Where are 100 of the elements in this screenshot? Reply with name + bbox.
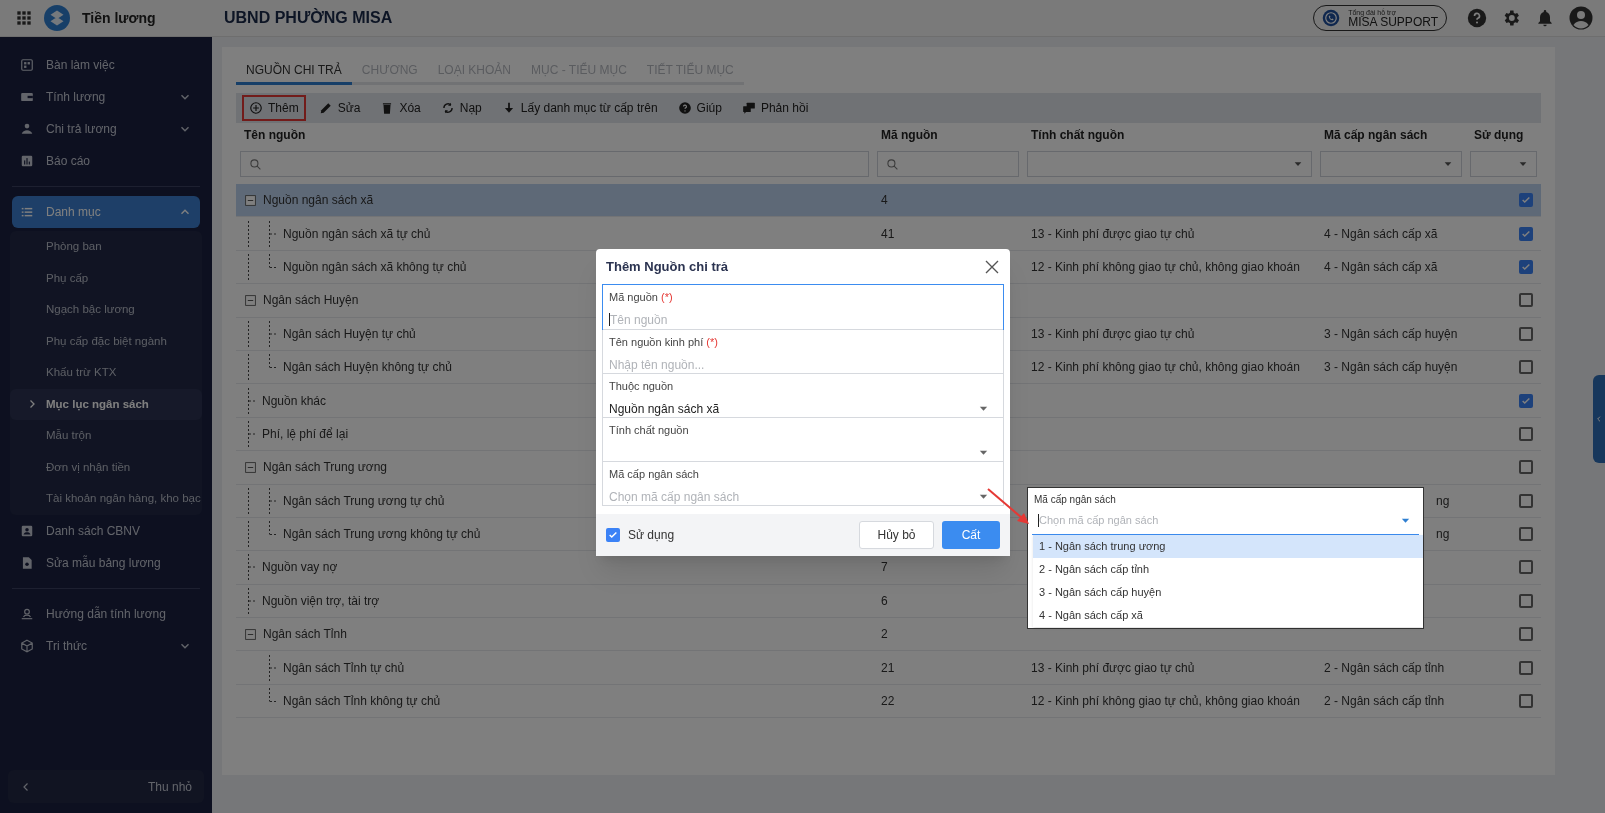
tree-label: Nguồn viện trợ, tài trợ [262,592,380,610]
sidebar-subitem[interactable]: Khấu trừ KTX [10,357,202,389]
dropdown-field[interactable]: Thuộc nguồn Nguồn ngân sách xã [603,373,1003,417]
help-icon [677,101,692,115]
tree-line [248,320,249,347]
tab[interactable]: NGUỒN CHI TRẢ [236,58,352,85]
sidebar-item[interactable]: Bàn làm việc [0,49,212,81]
table-cell: 12 - Kinh phí không giao tự chủ, không giao khoán [1031,259,1300,274]
input-field[interactable]: Tên nguồn kinh phí (*) Nhập tên nguồn... [603,329,1003,373]
tree-line [248,420,257,447]
search-field[interactable] [877,151,1019,177]
checkbox[interactable] [1519,460,1533,475]
tree-label: Ngân sách Trung ương [263,459,387,477]
sidebar-subitem[interactable]: Tài khoản ngân hàng, kho bạc [10,483,202,515]
toolbar-button[interactable]: Lấy danh mục từ cấp trên [494,95,665,121]
table-cell: 4 - Ngân sách cấp xã [1324,259,1438,274]
checkbox[interactable] [1519,259,1533,274]
table-row[interactable]: Ngân sách Tỉnh tự chủ 21 13 - Kinh phí được giao tự chủ 2 - Ngân sách cấp tỉnh [236,651,1541,685]
collapse-minus-icon [244,293,257,307]
dialog-title: Thêm Nguồn chi trả [606,257,730,276]
save-button[interactable]: Cất [942,521,1000,549]
pointer-arrow [986,487,1032,527]
sidebar-item[interactable]: Danh mục [12,196,200,228]
sidebar-item[interactable]: Tính lương [0,81,212,113]
table-row[interactable]: Nguồn ngân sách xã 4 [236,184,1541,218]
search-field[interactable] [240,151,869,177]
tree-line [248,387,257,414]
tree-label: Nguồn khác [262,392,327,410]
apps-grid-icon[interactable] [16,10,32,26]
toolbar-button[interactable]: Sửa [311,95,368,121]
help-icon[interactable] [1467,8,1487,28]
search-icon [886,157,899,171]
document-gear-icon [20,555,34,570]
input-field[interactable]: Mã nguồn (*) Tên nguồn [603,285,1003,329]
checkbox[interactable] [1519,226,1533,241]
dropdown-field[interactable]: Mã cấp ngân sách Chọn mã cấp ngân sách [603,461,1003,505]
chevron-left-icon [1595,415,1603,423]
field-label: Mã cấp ngân sách [609,467,700,482]
checkbox[interactable] [1519,694,1533,709]
checkbox[interactable] [1519,527,1533,542]
tree-line [248,220,249,247]
sidebar-item[interactable]: Báo cáo [0,145,212,177]
dropdown-option[interactable]: 4 - Ngân sách cấp xã [1033,604,1423,627]
checkbox[interactable] [1519,560,1533,575]
close-icon[interactable] [984,258,1000,275]
sidebar-subitem[interactable]: Mục lục ngân sách [10,388,202,420]
collapse-button[interactable]: Thu nhỏ [8,770,204,803]
tree-label: Nguồn ngân sách xã không tự chủ [283,258,467,276]
table-cell: 3 - Ngân sách cấp huyện [1324,360,1458,375]
sidebar-subitem[interactable]: Mẫu trộn [10,420,202,452]
sidebar-item[interactable]: Chi trả lương [0,113,212,145]
checkbox[interactable] [1519,660,1533,675]
dropdown-option[interactable]: 1 - Ngân sách trung ương [1033,535,1423,558]
tree-label: Phí, lệ phí để lại [262,425,349,443]
checkbox[interactable] [1519,293,1533,308]
dropdown-option[interactable]: 2 - Ngân sách cấp tỉnh [1033,558,1423,581]
user-avatar-icon[interactable] [1569,6,1593,30]
checkbox-label: Sử dụng [628,527,676,544]
checkmark-icon [1521,395,1531,406]
toolbar-button[interactable]: Nạp [433,95,489,121]
toolbar-button[interactable]: Xóa [373,95,428,121]
toolbar-button[interactable]: Phản hồi [734,95,816,121]
table-cell: 4 [881,193,888,208]
field-label: Tính chất nguồn [609,423,690,438]
cancel-button[interactable]: Hủy bỏ [859,521,934,549]
table-cell: 7 [881,560,888,575]
checkmark-icon [1521,228,1531,239]
checkbox[interactable] [1519,426,1533,441]
sidebar-subitem[interactable]: Phụ cấp [10,262,202,294]
sidebar-item[interactable]: Sửa mẫu bảng lương [0,546,212,579]
app-title: Tiền lương [82,8,156,28]
checkbox[interactable] [1519,627,1533,642]
tree-line [269,687,278,702]
table-row[interactable]: Ngân sách Tỉnh không tự chủ 22 12 - Kinh phí không giao tự chủ, không giao khoán 2 - Ngân sách cấp tỉnh [236,684,1541,719]
tree-label: Ngân sách Trung ương tự chủ [283,492,445,510]
table-cell: 6 [881,593,888,608]
checkbox[interactable] [1519,593,1533,608]
checkbox[interactable] [1519,393,1533,408]
sidebar-subitem[interactable]: Ngạch bậc lương [10,294,202,326]
sidebar-item[interactable]: Hướng dẫn tính lương [0,597,212,630]
table-cell: 41 [881,226,895,241]
list-icon [20,205,34,219]
dropdown-option[interactable]: 3 - Ngân sách cấp huyện [1033,581,1423,604]
toolbar-button[interactable]: Giúp [670,95,729,121]
checkbox[interactable] [1519,193,1533,208]
sidebar-subitem[interactable]: Đơn vị nhận tiền [10,451,202,483]
table-cell: ng [1436,527,1450,542]
sidebar-subitem[interactable]: Phòng ban [10,231,202,263]
phone-icon [1322,9,1341,27]
checkbox[interactable] [1519,493,1533,508]
notification-bell-icon[interactable] [1535,8,1555,28]
toolbar-button[interactable]: Thêm [242,95,306,121]
sidebar-item[interactable]: Tri thức [0,629,212,662]
checkbox[interactable] [1519,360,1533,375]
sidebar-subitem[interactable]: Phụ cấp đặc biệt ngành [10,325,202,357]
checkbox[interactable] [1519,326,1533,341]
organization-title: UBND PHƯỜNG MISA [224,7,393,28]
dropdown-field[interactable]: Tính chất nguồn [603,417,1003,461]
table-cell: 13 - Kinh phí được giao tự chủ [1031,660,1195,675]
checkbox[interactable] [606,528,620,542]
